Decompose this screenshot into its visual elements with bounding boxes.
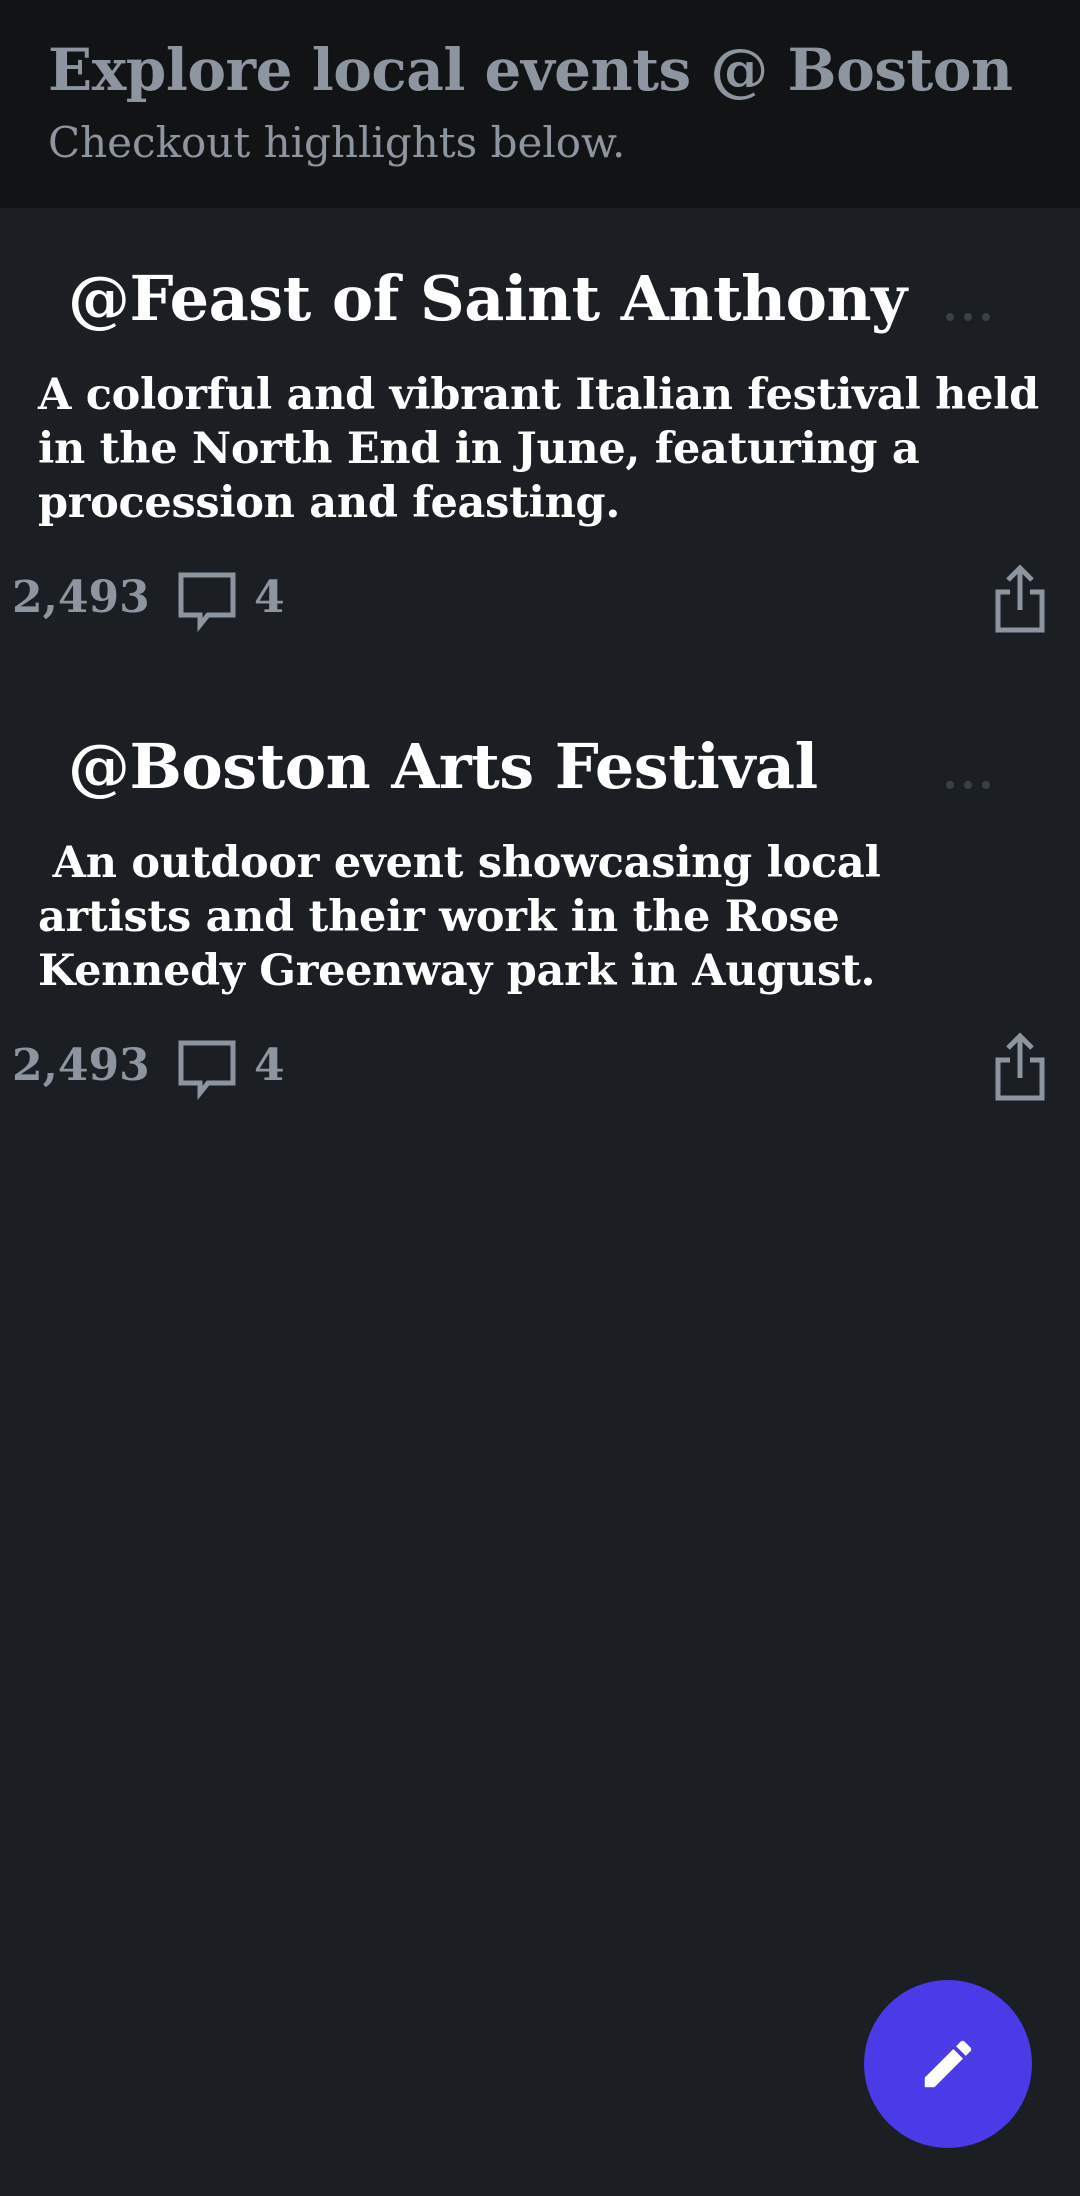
event-card[interactable]: @Boston Arts Festival An outdoor event s… xyxy=(0,730,1080,1130)
more-options-icon[interactable] xyxy=(946,780,990,790)
event-description: An outdoor event showcasing local artist… xyxy=(38,838,896,996)
page-subtitle: Checkout highlights below. xyxy=(48,118,626,167)
event-title[interactable]: @Feast of Saint Anthony xyxy=(68,262,907,335)
comment-icon[interactable] xyxy=(176,570,238,632)
view-count: 2,493 xyxy=(12,572,150,623)
event-stats: 2,493 4 xyxy=(0,562,1080,642)
event-stats: 2,493 4 xyxy=(0,1030,1080,1110)
comment-count: 4 xyxy=(254,1040,285,1091)
page-header: Explore local events @ Boston Checkout h… xyxy=(0,0,1080,208)
more-options-icon[interactable] xyxy=(946,312,990,322)
share-icon[interactable] xyxy=(990,562,1050,636)
pencil-icon xyxy=(924,2040,972,2088)
comment-count: 4 xyxy=(254,572,285,623)
page-title: Explore local events @ Boston xyxy=(48,36,1013,104)
event-title[interactable]: @Boston Arts Festival xyxy=(68,730,818,803)
event-description: A colorful and vibrant Italian festival … xyxy=(38,370,1054,528)
view-count: 2,493 xyxy=(12,1040,150,1091)
comment-icon[interactable] xyxy=(176,1038,238,1100)
compose-button[interactable] xyxy=(864,1980,1032,2148)
event-card[interactable]: @Feast of Saint Anthony A colorful and v… xyxy=(0,262,1080,662)
share-icon[interactable] xyxy=(990,1030,1050,1104)
